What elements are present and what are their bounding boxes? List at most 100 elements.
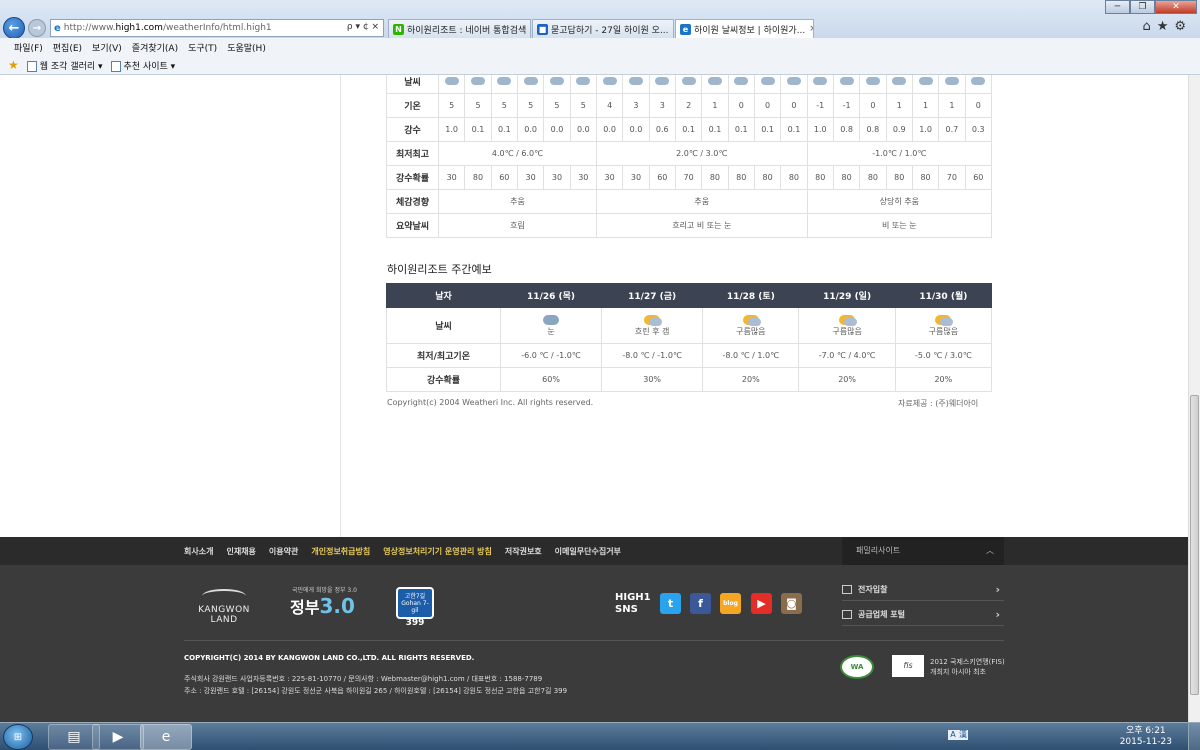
prob-cell: 80	[885, 165, 913, 190]
prob-cell: 30	[543, 165, 571, 190]
window-controls: ─ ❐ ✕	[1105, 0, 1197, 14]
temp-cell: -1	[832, 93, 861, 118]
footer-nav-link[interactable]: 저작권보호	[505, 546, 542, 557]
cloud-sun-icon	[742, 314, 761, 326]
temp-cell: 0	[964, 93, 993, 118]
facebook-icon[interactable]: f	[690, 593, 711, 614]
weather-text: 구름많음	[928, 326, 959, 336]
address-tools[interactable]: ρ ▾ ¢ ×	[347, 22, 379, 32]
gov3-logo[interactable]: 국민에게 희망을 정부 3.0 정부3.0	[290, 585, 357, 618]
prob-cell: 80	[780, 165, 808, 190]
minmax-cell: -1.0℃ / 1.0℃	[806, 141, 993, 166]
close-button[interactable]: ✕	[1155, 0, 1197, 14]
weather-cell	[516, 75, 545, 94]
precip-cell: 0.1	[701, 117, 729, 142]
prob-cell: 80	[727, 165, 755, 190]
weather-cell: 흐린 후 갬	[601, 307, 704, 344]
ime-icon[interactable]: A	[948, 730, 958, 740]
vertical-scrollbar[interactable]	[1188, 75, 1200, 722]
tab-naver[interactable]: N 하이원리조트 : 네이버 통합검색	[388, 19, 531, 38]
weather-cell	[595, 75, 624, 94]
precip-cell: 0.0	[622, 117, 650, 142]
cloud-rain-icon	[944, 76, 959, 85]
cloud-rain-icon	[707, 76, 722, 85]
weather-cell	[727, 75, 755, 94]
instagram-icon[interactable]: ◙	[781, 593, 802, 614]
footer-nav-link[interactable]: 이메일무단수집거부	[555, 546, 621, 557]
cloud-rain-icon	[892, 76, 907, 85]
tab-weather[interactable]: e 하이원 날씨정보 | 하이원가... ×	[675, 19, 814, 38]
prob-cell: 80	[753, 165, 782, 190]
row-label: 체감경향	[386, 189, 439, 214]
scrollbar-thumb[interactable]	[1190, 395, 1199, 695]
prob-cell: 30%	[601, 367, 704, 392]
cloud-rain-icon	[734, 76, 749, 85]
cloud-rain-icon	[444, 76, 459, 85]
company-info: 주식회사 강원랜드 사업자등록번호 : 225-81-10770 / 문의사항 …	[184, 675, 568, 695]
prob-cell: 80	[806, 165, 834, 190]
menu-tools[interactable]: 도구(T)	[188, 41, 217, 54]
start-button[interactable]: ⊞	[3, 724, 33, 750]
supplier-portal-link[interactable]: 공급업체 포털 ›	[842, 604, 1004, 626]
footer-nav-link[interactable]: 회사소개	[184, 546, 213, 557]
chevron-up-icon: ︿	[986, 546, 994, 555]
kangwon-land-logo[interactable]: KANGWON LAND	[184, 589, 264, 625]
menu-edit[interactable]: 편집(E)	[53, 41, 82, 54]
precip-cell: 0.0	[543, 117, 571, 142]
fav-suggested[interactable]: 추천 사이트 ▾	[110, 59, 175, 72]
minmax-cell: -6.0 ℃ / -1.0℃	[499, 343, 603, 368]
home-favorites-tools-icons[interactable]: ⌂★⚙	[1142, 19, 1192, 34]
twitter-icon[interactable]: t	[660, 593, 681, 614]
precip-cell: 1.0	[806, 117, 834, 142]
menu-view[interactable]: 보기(V)	[92, 41, 122, 54]
clock[interactable]: 오후 6:21 2015-11-23	[1120, 726, 1172, 748]
date-header: 11/27 (금)	[601, 283, 704, 308]
temp-cell: 5	[464, 93, 492, 118]
precip-cell: 0.1	[753, 117, 782, 142]
back-button[interactable]: ←	[3, 17, 25, 39]
footer-nav-link[interactable]: 이용약관	[269, 546, 298, 557]
row-label: 강수확률	[386, 165, 439, 190]
menu-favorites[interactable]: 즐겨찾기(A)	[132, 41, 178, 54]
system-tray[interactable]: A漢	[948, 729, 968, 740]
family-site-dropdown[interactable]: 패밀리사이트 ︿	[842, 537, 1004, 565]
ime-icon[interactable]: 漢	[958, 730, 968, 740]
weather-cell	[622, 75, 650, 94]
fav-web-slice[interactable]: 웹 조각 갤러리 ▾	[26, 59, 103, 72]
temp-cell: 5	[490, 93, 518, 118]
maximize-button[interactable]: ❐	[1130, 0, 1155, 14]
precip-cell: 1.0	[437, 117, 466, 142]
prob-cell: 30	[622, 165, 650, 190]
weather-cell	[964, 75, 993, 94]
prob-cell: 30	[516, 165, 545, 190]
menu-help[interactable]: 도움말(H)	[227, 41, 266, 54]
address-bar[interactable]: e http://www. high1.com/weatherInfo/html.…	[50, 19, 384, 37]
favorites-star-icon[interactable]: ★	[8, 58, 19, 72]
footer-nav-link[interactable]: 인재채용	[226, 546, 255, 557]
ie-taskbar-icon[interactable]: e	[140, 724, 192, 750]
forward-button[interactable]: →	[28, 19, 46, 37]
menu-file[interactable]: 파일(F)	[14, 41, 43, 54]
cloud-rain-icon	[681, 76, 696, 85]
precip-cell: 0.1	[674, 117, 703, 142]
minimize-button[interactable]: ─	[1105, 0, 1130, 14]
chevron-right-icon: ›	[995, 608, 1000, 621]
youtube-icon[interactable]: ▶	[751, 593, 772, 614]
minmax-cell: 2.0℃ / 3.0℃	[595, 141, 808, 166]
precip-cell: 0.8	[859, 117, 887, 142]
precip-cell: 0.0	[595, 117, 624, 142]
tab-qna[interactable]: ■ 묻고답하기 - 27일 하이원 오...	[532, 19, 674, 38]
cloud-rain-icon	[602, 76, 617, 85]
footer-nav-link[interactable]: 개인정보취급방침	[311, 546, 370, 557]
media-player-taskbar-icon[interactable]: ▶	[92, 724, 144, 750]
precip-cell: 0.8	[832, 117, 861, 142]
footer-divider	[184, 640, 1004, 641]
tab-close-icon[interactable]: ×	[805, 24, 813, 34]
show-desktop-button[interactable]	[1188, 723, 1200, 750]
footer-nav-link[interactable]: 영상정보처리기기 운영관리 방침	[383, 546, 492, 557]
temp-cell: 1	[701, 93, 729, 118]
blog-icon[interactable]: blog	[720, 593, 741, 614]
temp-cell: 3	[622, 93, 650, 118]
minmax-cell: 4.0℃ / 6.0℃	[438, 141, 597, 166]
e-bidding-link[interactable]: 전자입찰 ›	[842, 579, 1004, 601]
